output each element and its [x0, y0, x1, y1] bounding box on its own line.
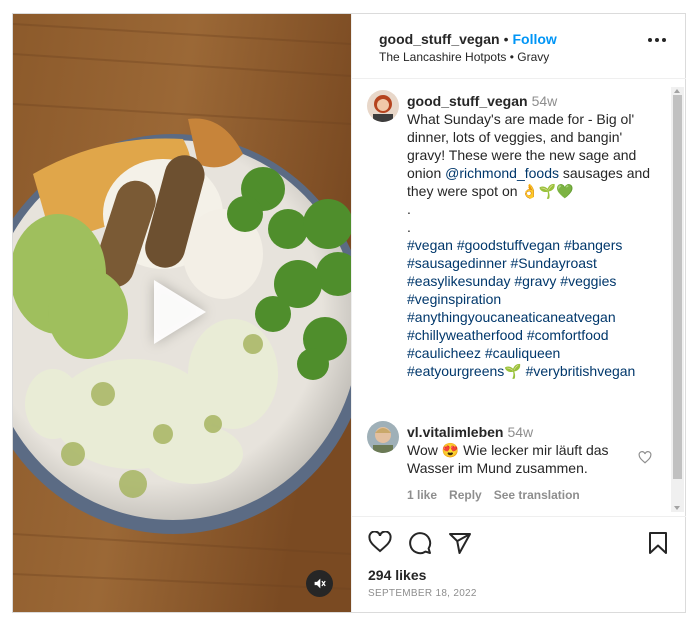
post-author-username[interactable]: good_stuff_vegan [379, 31, 500, 47]
mute-icon[interactable] [306, 570, 333, 597]
likes-count[interactable]: 294 likes [368, 567, 426, 583]
post-author-line: good_stuff_vegan • Follow [379, 31, 557, 47]
post-header: good_stuff_vegan • Follow The Lancashire H… [352, 14, 686, 79]
comment-like-icon[interactable] [638, 451, 652, 469]
caption-text: What Sunday's are made for - Big ol' din… [407, 110, 659, 380]
caption-author-line: good_stuff_vegan 54w [407, 93, 557, 109]
play-icon[interactable] [154, 280, 206, 344]
comment-likes-link[interactable]: 1 like [407, 488, 437, 502]
comment-bubble-icon[interactable] [408, 531, 432, 560]
scroll-down-arrow-icon[interactable] [674, 506, 680, 510]
save-bookmark-icon[interactable] [648, 531, 668, 560]
share-send-icon[interactable] [448, 531, 472, 560]
caption-author-avatar[interactable] [367, 90, 399, 122]
comment-meta: 1 like Reply See translation [407, 488, 580, 502]
caption-hashtags[interactable]: #vegan #goodstuffvegan #bangers #sausage… [407, 237, 635, 379]
comment-author-line: vl.vitalimleben 54w [407, 424, 533, 440]
post-video[interactable] [13, 14, 351, 612]
post-actions: 294 likes SEPTEMBER 18, 2022 [352, 516, 686, 613]
caption-mention-link[interactable]: @richmond_foods [445, 165, 559, 181]
follow-button[interactable]: Follow [512, 31, 556, 47]
post-date[interactable]: SEPTEMBER 18, 2022 [368, 588, 477, 599]
comment-timestamp[interactable]: 54w [507, 424, 533, 440]
scrollbar-thumb[interactable] [673, 95, 682, 479]
commenter-avatar[interactable] [367, 421, 399, 453]
comments-list: good_stuff_vegan 54w What Sunday's are ma… [352, 79, 686, 515]
comments-scrollbar[interactable] [671, 87, 684, 512]
comment-author-username[interactable]: vl.vitalimleben [407, 424, 503, 440]
scroll-up-arrow-icon[interactable] [674, 89, 680, 93]
like-heart-icon[interactable] [368, 530, 392, 558]
audio-attribution[interactable]: The Lancashire Hotpots • Gravy [379, 50, 549, 64]
caption-timestamp[interactable]: 54w [532, 93, 558, 109]
caption-author-username[interactable]: good_stuff_vegan [407, 93, 528, 109]
comment-text: Wow 😍 Wie lecker mir läuft das Wasser im… [407, 442, 609, 476]
more-options-icon[interactable] [648, 38, 666, 42]
see-translation-link[interactable]: See translation [494, 488, 580, 502]
comment-reply-button[interactable]: Reply [449, 488, 482, 502]
post-dialog: good_stuff_vegan • Follow The Lancashire H… [12, 13, 686, 613]
post-panel: good_stuff_vegan • Follow The Lancashire H… [351, 14, 686, 612]
header-separator: • [503, 31, 509, 47]
